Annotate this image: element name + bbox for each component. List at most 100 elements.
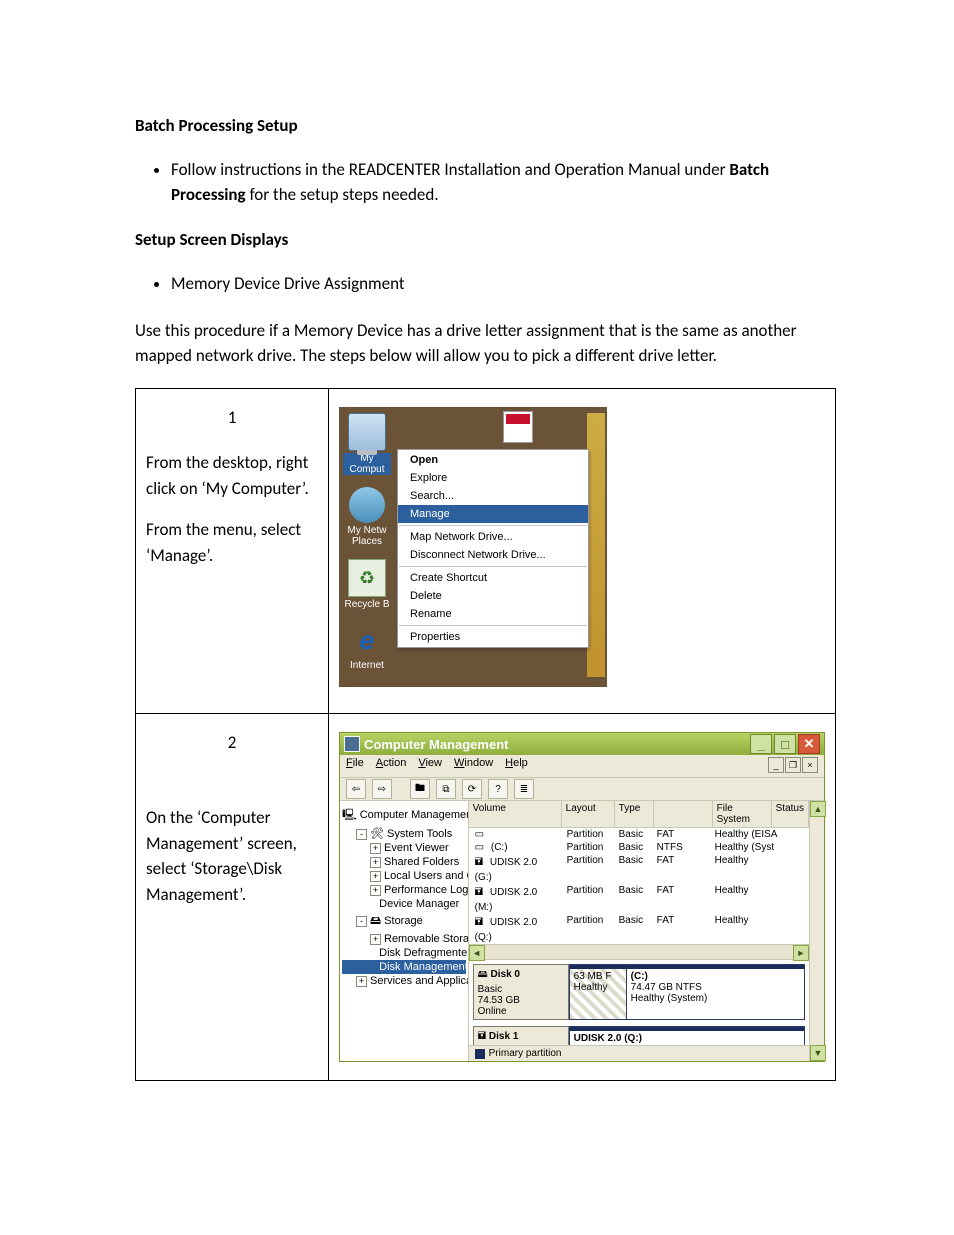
- scroll-right-button[interactable]: ►: [793, 945, 809, 961]
- my-computer-icon[interactable]: My Comput: [343, 413, 391, 475]
- menu-item-disconnect-network-drive[interactable]: Disconnect Network Drive...: [398, 546, 588, 564]
- step-text: From the menu, select ‘Manage’.: [146, 517, 318, 568]
- menu-item-map-network-drive[interactable]: Map Network Drive...: [398, 528, 588, 546]
- internet-explorer-icon[interactable]: eInternet: [343, 622, 391, 671]
- col-layout[interactable]: Layout: [562, 801, 615, 827]
- bullet-list: Follow instructions in the READCENTER In…: [135, 158, 836, 207]
- toolbar-button[interactable]: ≣: [514, 779, 534, 799]
- menu-item-open[interactable]: Open: [398, 451, 588, 469]
- menu-file[interactable]: File: [346, 757, 364, 775]
- tree-view[interactable]: 🖳 Computer Management (Local) -🛠 System …: [340, 801, 469, 1061]
- heading-setup-displays: Setup Screen Displays: [135, 229, 836, 250]
- disk-1-label[interactable]: 🖬 Disk 1 Removable: [473, 1026, 569, 1045]
- screenshot-desktop-context-menu: My Comput My Netw Places ♻Recycle B eInt…: [339, 407, 607, 687]
- volume-row[interactable]: 🖬 UDISK 2.0 (M:)PartitionBasicFATHealthy: [469, 884, 809, 914]
- step-text: From the desktop, right click on ‘My Com…: [146, 450, 318, 501]
- volume-row[interactable]: 🖬 UDISK 2.0 (Q:)PartitionBasicFATHealthy: [469, 914, 809, 944]
- menu-separator: [399, 625, 587, 626]
- bullet-item: Follow instructions in the READCENTER In…: [171, 158, 836, 207]
- volume-row[interactable]: 🖬 UDISK 2.0 (G:)PartitionBasicFATHealthy: [469, 854, 809, 884]
- menu-view[interactable]: View: [418, 757, 442, 775]
- step-number: 2: [146, 732, 318, 753]
- tree-node-device-manager[interactable]: Device Manager: [342, 897, 466, 911]
- tree-node-removable-storage[interactable]: +Removable Storage: [342, 932, 466, 946]
- col-type[interactable]: Type: [615, 801, 654, 827]
- menu-action[interactable]: Action: [376, 757, 407, 775]
- tree-node-disk-management[interactable]: Disk Management: [342, 960, 466, 974]
- volume-row[interactable]: ▭ (C:)PartitionBasicNTFSHealthy (Syst: [469, 841, 809, 854]
- col-filesystem[interactable]: File System: [713, 801, 772, 827]
- menu-item-search[interactable]: Search...: [398, 487, 588, 505]
- tree-node-disk-defragmenter[interactable]: Disk Defragmenter: [342, 946, 466, 960]
- mdi-close-button[interactable]: ×: [802, 757, 818, 773]
- sidebar-decoration: [587, 413, 605, 677]
- tree-node-shared-folders[interactable]: +Shared Folders: [342, 855, 466, 869]
- scroll-down-button[interactable]: ▼: [810, 1045, 826, 1061]
- heading-batch-processing: Batch Processing Setup: [135, 115, 836, 136]
- minimize-button[interactable]: _: [750, 734, 772, 754]
- volume-list-header[interactable]: Volume Layout Type File System Status: [469, 801, 809, 828]
- tree-node-system-tools[interactable]: -🛠 System Tools: [342, 826, 466, 841]
- col-volume[interactable]: Volume: [469, 801, 562, 827]
- menu-item-properties[interactable]: Properties: [398, 628, 588, 646]
- volume-row[interactable]: ▭ PartitionBasicFATHealthy (EISA: [469, 828, 809, 841]
- step-instruction-cell: 1 From the desktop, right click on ‘My C…: [136, 389, 329, 714]
- document-page: Batch Processing Setup Follow instructio…: [0, 0, 954, 1235]
- toolbar-button[interactable]: ?: [488, 779, 508, 799]
- mdi-minimize-button[interactable]: _: [768, 757, 784, 773]
- table-row: 2 On the ‘Computer Management’ screen, s…: [136, 714, 836, 1081]
- col-status[interactable]: Status: [772, 801, 809, 827]
- icon-label: Recycle B: [343, 599, 391, 610]
- legend: Primary partition: [469, 1045, 809, 1061]
- tree-node-storage[interactable]: -🖴 Storage: [342, 911, 466, 932]
- refresh-button[interactable]: ⟳: [462, 779, 482, 799]
- recycle-bin-icon[interactable]: ♻Recycle B: [343, 559, 391, 610]
- partition-c[interactable]: (C:) 74.47 GB NTFSHealthy (System): [626, 965, 804, 1019]
- menu-item-create-shortcut[interactable]: Create Shortcut: [398, 569, 588, 587]
- mdi-restore-button[interactable]: ❐: [785, 757, 801, 773]
- tree-node-services-applications[interactable]: +Services and Applications: [342, 974, 466, 988]
- bullet-list: Memory Device Drive Assignment: [135, 272, 836, 297]
- close-button[interactable]: ✕: [798, 734, 820, 754]
- disk-0-label[interactable]: 🖴 Disk 0 Basic 74.53 GB Online: [473, 964, 569, 1020]
- table-row: 1 From the desktop, right click on ‘My C…: [136, 389, 836, 714]
- partition-q[interactable]: UDISK 2.0 (Q:): [569, 1027, 804, 1045]
- step-instruction-cell: 2 On the ‘Computer Management’ screen, s…: [136, 714, 329, 1081]
- steps-table: 1 From the desktop, right click on ‘My C…: [135, 388, 836, 1081]
- menu-bar: File Action View Window Help _ ❐ ×: [340, 755, 824, 778]
- menu-item-manage[interactable]: Manage: [398, 505, 588, 523]
- scroll-up-button[interactable]: ▲: [810, 801, 826, 817]
- toolbar: ⇦ ⇨ 🖿 ⧉ ⟳ ? ≣: [340, 778, 824, 801]
- menu-window[interactable]: Window: [454, 757, 493, 775]
- volume-list[interactable]: ▭ PartitionBasicFATHealthy (EISA ▭ (C:)P…: [469, 828, 809, 944]
- menu-separator: [399, 525, 587, 526]
- vertical-scrollbar[interactable]: ▲▼: [809, 801, 824, 1061]
- my-network-places-icon[interactable]: My Netw Places: [343, 487, 391, 547]
- pdf-icon: [503, 411, 533, 443]
- tree-node-event-viewer[interactable]: +Event Viewer: [342, 841, 466, 855]
- partition[interactable]: 63 MB FHealthy: [569, 965, 626, 1019]
- app-icon: [344, 736, 360, 752]
- maximize-button[interactable]: □: [774, 734, 796, 754]
- step-text: On the ‘Computer Management’ screen, sel…: [146, 805, 318, 907]
- toolbar-button[interactable]: ⧉: [436, 779, 456, 799]
- forward-button[interactable]: ⇨: [372, 779, 392, 799]
- menu-item-delete[interactable]: Delete: [398, 587, 588, 605]
- scroll-left-button[interactable]: ◄: [469, 945, 485, 961]
- menu-item-explore[interactable]: Explore: [398, 469, 588, 487]
- toolbar-button[interactable]: 🖿: [410, 779, 430, 799]
- window-title: Computer Management: [364, 737, 508, 752]
- horizontal-scrollbar[interactable]: ◄►: [469, 944, 809, 960]
- legend-swatch: [475, 1049, 485, 1059]
- icon-label: My Comput: [343, 453, 391, 475]
- tree-node-root[interactable]: 🖳 Computer Management (Local): [342, 805, 466, 826]
- disk-graphical-view[interactable]: 🖴 Disk 0 Basic 74.53 GB Online: [469, 960, 809, 1045]
- col-filesystem[interactable]: [654, 801, 713, 827]
- tree-node-performance[interactable]: +Performance Logs and Alerts: [342, 883, 466, 897]
- window-titlebar[interactable]: Computer Management _ □ ✕: [340, 733, 824, 755]
- back-button[interactable]: ⇦: [346, 779, 366, 799]
- menu-item-rename[interactable]: Rename: [398, 605, 588, 623]
- tree-node-local-users[interactable]: +Local Users and Groups: [342, 869, 466, 883]
- menu-help[interactable]: Help: [505, 757, 528, 775]
- step-screenshot-cell: Computer Management _ □ ✕ File Action Vi…: [329, 714, 836, 1081]
